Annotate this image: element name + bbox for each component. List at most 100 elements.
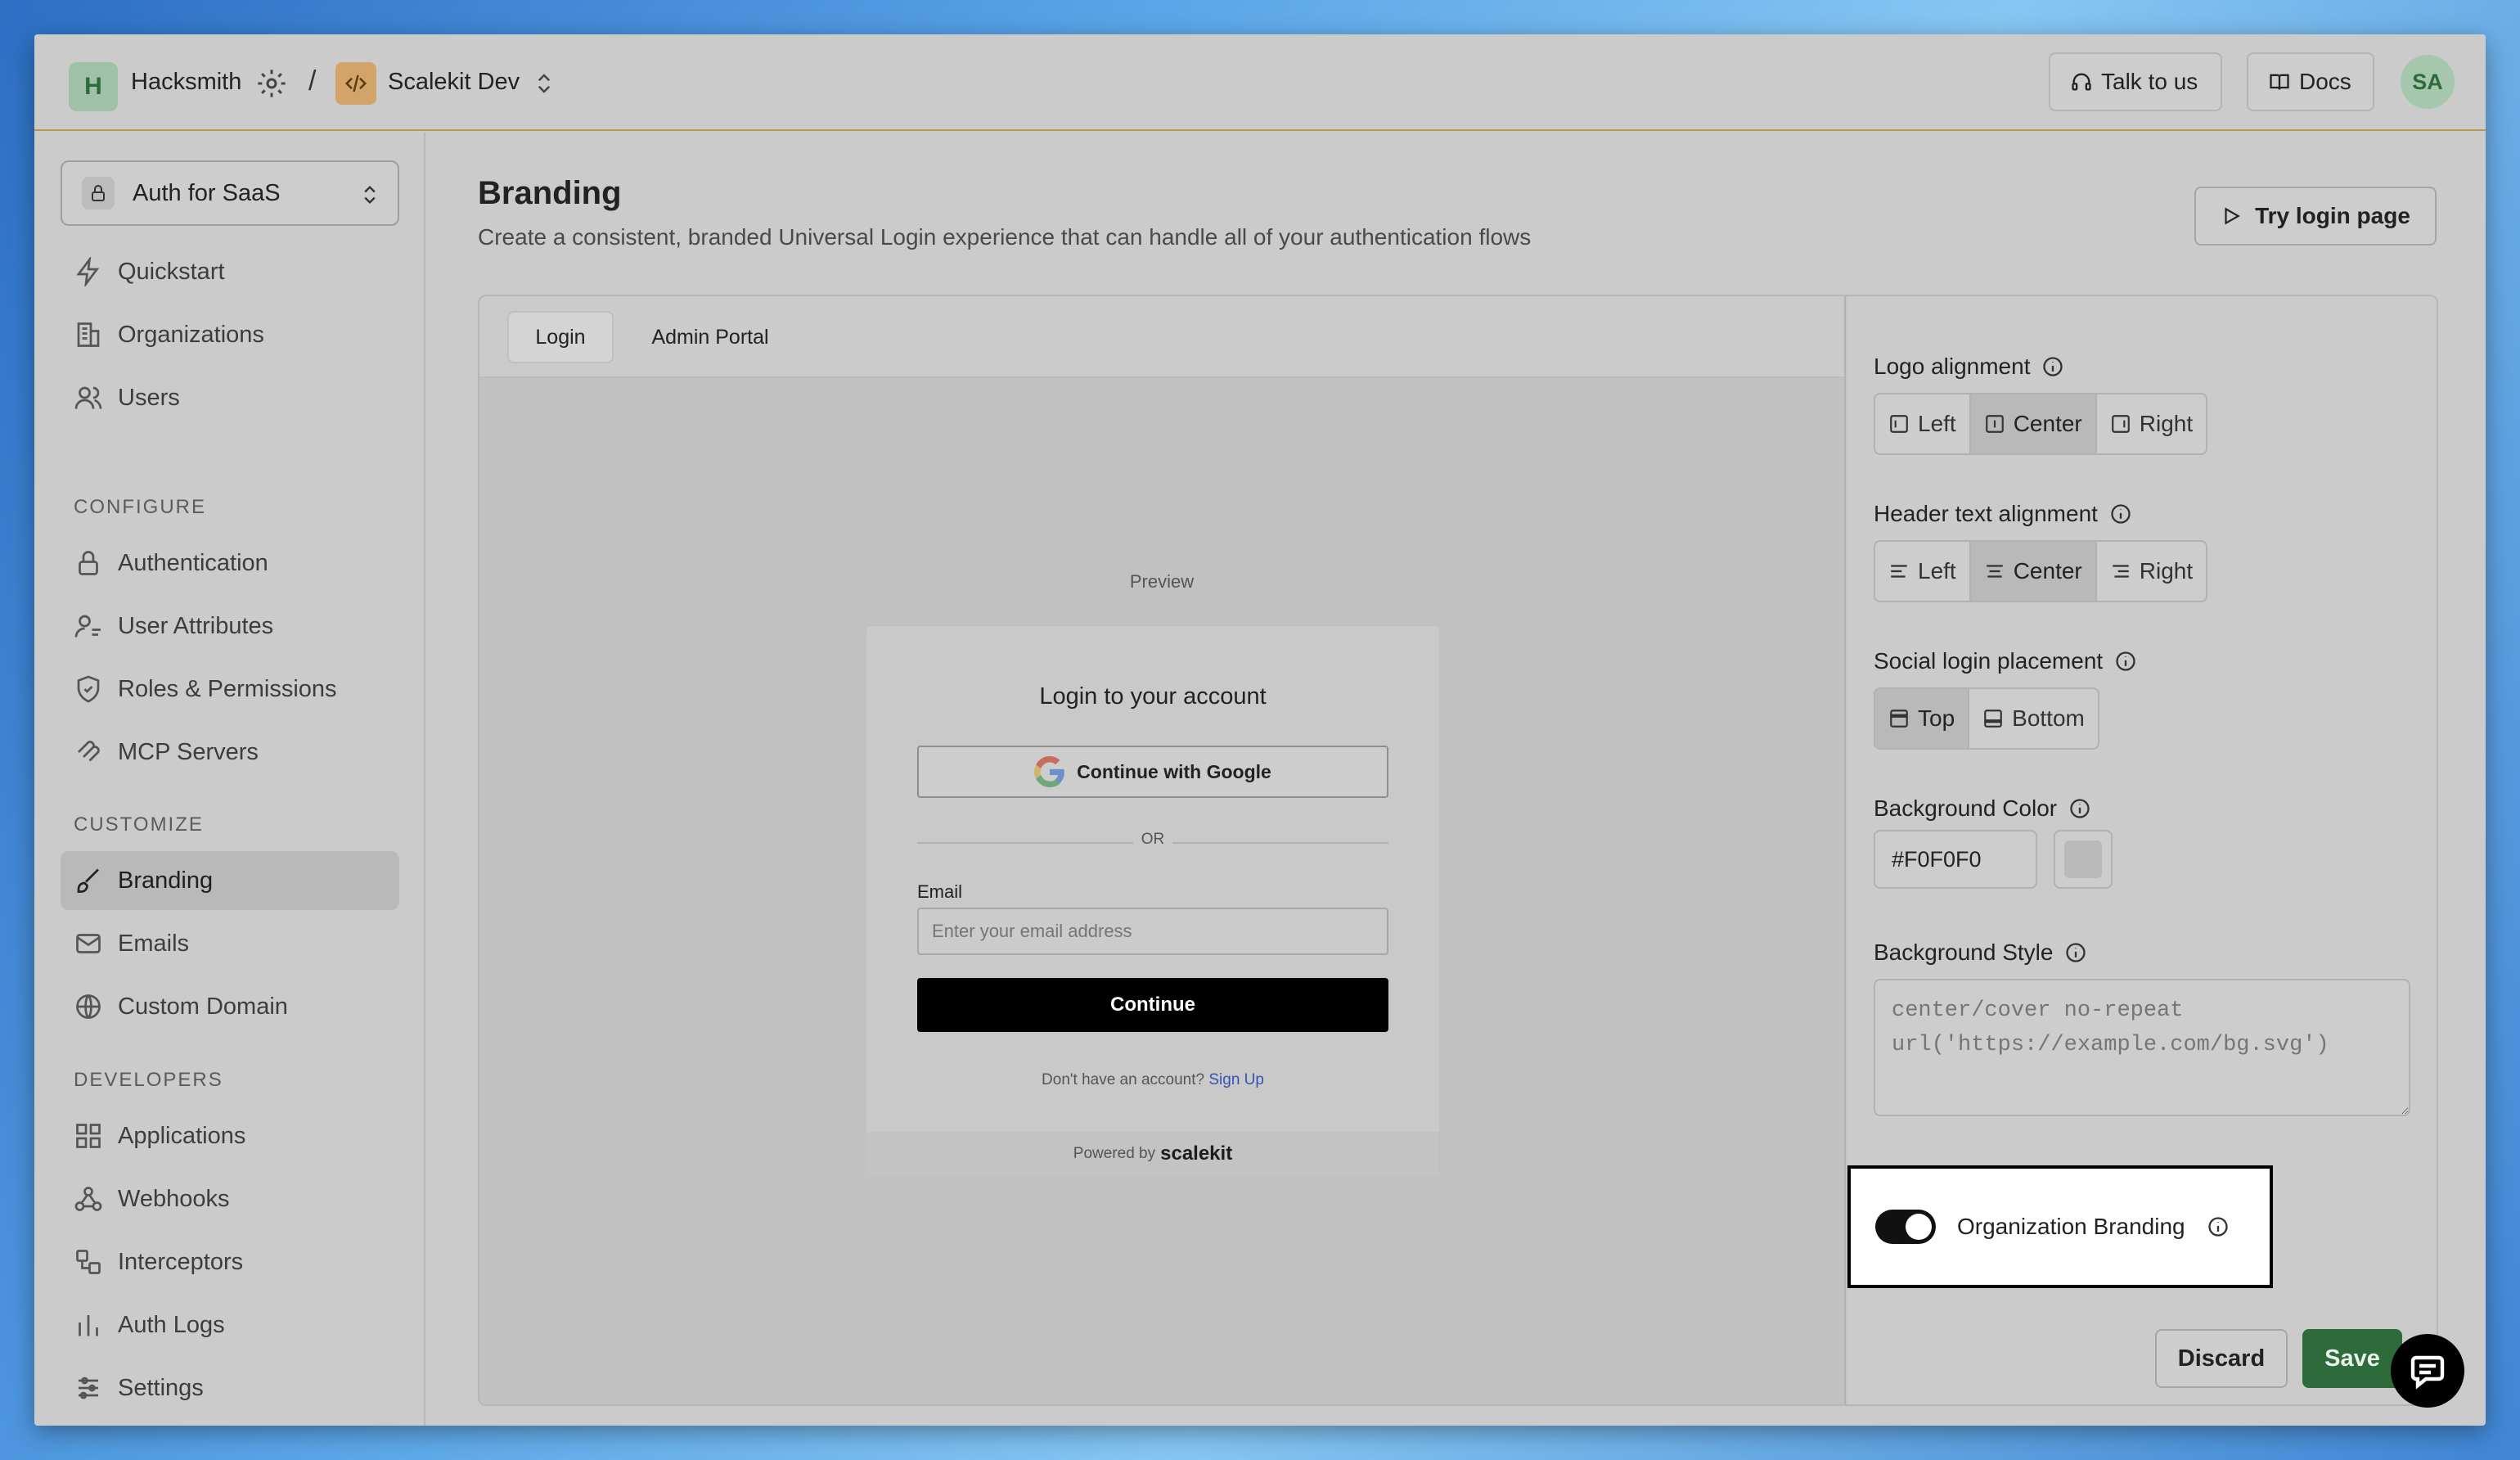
logo-align-left-option[interactable]: Left (1875, 394, 1971, 453)
workspace-name[interactable]: Hacksmith (131, 69, 241, 96)
chevron-updown-icon[interactable] (532, 69, 556, 98)
breadcrumb-separator: / (308, 65, 317, 97)
social-placement-bottom-option[interactable]: Bottom (1969, 689, 2098, 748)
sidebar-item-authentication[interactable]: Authentication (61, 534, 399, 593)
signup-link[interactable]: Sign Up (1208, 1071, 1264, 1088)
organization-branding-toggle[interactable] (1875, 1210, 1936, 1244)
play-icon (2225, 207, 2240, 225)
option-label: Center (2013, 411, 2082, 436)
header-text-alignment-selector: Left Center Right (1874, 540, 2208, 602)
section-label-developers: DEVELOPERS (74, 1069, 223, 1091)
avatar[interactable]: SA (2401, 55, 2455, 109)
tab-admin-portal[interactable]: Admin Portal (628, 311, 792, 363)
header-text-alignment-label: Header text alignment (1874, 501, 2132, 527)
or-text: OR (1133, 831, 1172, 849)
bar-chart-icon (79, 1315, 98, 1336)
info-icon[interactable] (2041, 355, 2064, 378)
gear-icon[interactable] (255, 67, 288, 100)
background-color-input[interactable] (1874, 830, 2037, 889)
tab-login[interactable]: Login (507, 311, 614, 363)
background-color-text: Background Color (1874, 795, 2058, 821)
docs-button[interactable]: Docs (2247, 52, 2374, 111)
background-style-text: Background Style (1874, 940, 2054, 965)
sidebar-item-auth-logs[interactable]: Auth Logs (61, 1296, 399, 1354)
talk-to-us-label: Talk to us (2101, 69, 2198, 94)
headset-icon (2072, 73, 2091, 91)
sidebar-item-label: Emails (118, 930, 190, 957)
info-icon[interactable] (2109, 502, 2132, 525)
login-card-preview: Login to your account Continue with Goog… (866, 625, 1440, 1177)
sidebar-item-emails[interactable]: Emails (61, 914, 399, 973)
discard-button[interactable]: Discard (2155, 1329, 2288, 1388)
environment-name[interactable]: Scalekit Dev (388, 69, 520, 96)
header-align-left-option[interactable]: Left (1875, 542, 1971, 601)
logo-alignment-label: Logo alignment (1874, 354, 2064, 380)
top-bar: H Hacksmith / Scalekit Dev Talk to us Do… (34, 34, 2486, 131)
sidebar-item-users[interactable]: Users (61, 368, 399, 427)
login-card-title: Login to your account (1039, 683, 1267, 710)
layout-bottom-icon (1984, 710, 2002, 728)
header-align-right-option[interactable]: Right (2097, 542, 2206, 601)
text-align-right-icon (2113, 565, 2129, 578)
email-field[interactable] (917, 908, 1388, 955)
talk-to-us-button[interactable]: Talk to us (2049, 52, 2222, 111)
settings-panel: Logo alignment Left Center Right Header … (1847, 296, 2437, 1404)
sidebar-item-branding[interactable]: Branding (61, 851, 399, 910)
save-button[interactable]: Save (2302, 1329, 2402, 1388)
sidebar-item-webhooks[interactable]: Webhooks (61, 1169, 399, 1228)
social-login-placement-label: Social login placement (1874, 648, 2137, 674)
sidebar-item-interceptors[interactable]: Interceptors (61, 1232, 399, 1291)
shield-icon (77, 675, 100, 703)
logo-align-right-option[interactable]: Right (2097, 394, 2206, 453)
try-login-page-label: Try login page (2255, 203, 2410, 228)
sidebar-item-label: Webhooks (118, 1185, 230, 1212)
continue-button[interactable]: Continue (917, 978, 1388, 1032)
sidebar-item-label: Branding (118, 867, 214, 894)
mail-icon (76, 934, 101, 953)
sidebar-item-user-attributes[interactable]: User Attributes (61, 597, 399, 656)
section-label-customize: CUSTOMIZE (74, 813, 204, 836)
info-icon[interactable] (2207, 1215, 2230, 1238)
webhook-icon (74, 1187, 102, 1211)
header-text-alignment-text: Header text alignment (1874, 501, 2098, 526)
info-icon[interactable] (2114, 650, 2137, 673)
continue-with-google-button[interactable]: Continue with Google (917, 746, 1388, 798)
logo-alignment-text: Logo alignment (1874, 354, 2031, 379)
header-align-center-option[interactable]: Center (1970, 542, 2097, 601)
section-label-configure: CONFIGURE (74, 496, 206, 518)
option-label: Top (1918, 705, 1955, 731)
sidebar-item-roles-permissions[interactable]: Roles & Permissions (61, 660, 399, 719)
powered-by-footer: Powered by scalekit (866, 1132, 1439, 1176)
social-placement-top-option[interactable]: Top (1875, 689, 1970, 748)
sidebar-item-mcp-servers[interactable]: MCP Servers (61, 723, 399, 782)
try-login-page-button[interactable]: Try login page (2194, 187, 2437, 246)
info-icon[interactable] (2064, 941, 2087, 964)
sliders-icon (79, 1377, 98, 1399)
app-selector[interactable]: Auth for SaaS (61, 160, 399, 226)
sidebar-item-organizations[interactable]: Organizations (61, 305, 399, 364)
text-align-center-icon (1986, 565, 2003, 578)
sidebar-item-settings[interactable]: Settings (61, 1359, 399, 1417)
user-attributes-icon (74, 615, 101, 638)
sidebar-item-quickstart[interactable]: Quickstart (61, 242, 399, 301)
workspace-badge[interactable]: H (69, 62, 118, 111)
globe-icon (76, 994, 101, 1019)
sidebar-item-custom-domain[interactable]: Custom Domain (61, 977, 399, 1036)
lock-icon (79, 551, 98, 575)
color-swatch-button[interactable] (2054, 830, 2113, 889)
page-title: Branding (478, 175, 622, 211)
preview-area: Login Admin Portal Preview Login to your… (479, 296, 1846, 1404)
tab-bar: Login Admin Portal (479, 296, 1844, 378)
sidebar-item-applications[interactable]: Applications (61, 1106, 399, 1165)
chat-support-button[interactable] (2391, 1334, 2464, 1408)
sidebar-item-label: Interceptors (118, 1248, 244, 1275)
background-style-textarea[interactable] (1874, 979, 2410, 1116)
sidebar-item-label: Quickstart (118, 258, 225, 285)
users-icon (74, 386, 102, 409)
logo-align-center-option[interactable]: Center (1970, 394, 2097, 453)
align-left-icon (1890, 415, 1908, 433)
option-label: Bottom (2012, 705, 2085, 731)
color-swatch (2064, 840, 2102, 878)
align-right-icon (2111, 415, 2130, 433)
info-icon[interactable] (2068, 797, 2091, 820)
